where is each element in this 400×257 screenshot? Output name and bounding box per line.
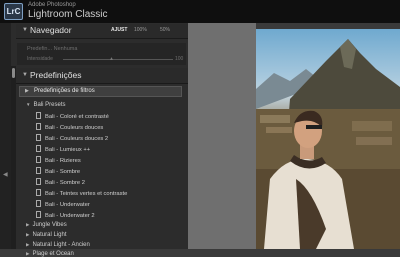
preset-label: Bali - Rizieres [45,158,81,164]
photo-image [256,39,400,249]
folder-natural-light[interactable]: ▶ Natural Light [26,232,67,238]
intensity-value: 100 [175,56,184,62]
preset-file-icon [36,167,41,174]
preset-label: Bali - Couleurs douces [45,125,104,131]
zoom-100-button[interactable]: 100% [134,27,147,33]
presets-header[interactable]: ▼ Predefinições [16,68,188,84]
disclosure-triangle-icon[interactable]: ▶ [25,88,29,94]
lightroom-logo-icon: LrC [4,3,23,20]
disclosure-triangle-icon[interactable]: ▼ [22,27,28,33]
preset-item[interactable]: Bali - Sombre [36,167,80,175]
preset-item[interactable]: Bali - Couleurs douces [36,123,103,131]
preset-label: Bali - Sombre [45,169,81,175]
preset-label: Bali - Coloré et contrasté [45,114,109,120]
disclosure-triangle-icon[interactable]: ▶ [26,222,29,227]
intensity-label: Intensidade [27,56,53,62]
preset-file-icon [36,112,41,119]
preset-item[interactable]: Bali - Coloré et contrasté [36,112,109,120]
preset-file-icon [36,134,41,141]
navigator-title: Navegador [30,25,72,35]
title-bar: LrC Adobe Photoshop Lightroom Classic [0,0,400,23]
left-panel-strip[interactable]: ◀ [0,23,11,249]
zoom-50-button[interactable]: 50% [160,27,170,33]
intensity-slider-knob[interactable]: ▲ [109,57,114,62]
presets-title: Predefinições [30,70,82,80]
scrollbar-thumb[interactable] [12,68,15,78]
photo-preview[interactable] [256,29,400,249]
preset-item[interactable]: Bali - Couleurs douces 2 [36,134,108,142]
app-vendor: Adobe Photoshop [28,2,76,8]
preset-item[interactable]: Bali - Underwater 2 [36,211,95,219]
filter-presets-group[interactable]: ▶ Predefinições de filtros [19,86,182,97]
zoom-fit-button[interactable]: AJUST [111,27,127,33]
collapse-left-arrow-icon[interactable]: ◀ [3,171,8,178]
preset-file-icon [36,123,41,130]
canvas-background [188,23,256,249]
preset-item[interactable]: Bali - Lumieux ++ [36,145,90,153]
disclosure-triangle-icon[interactable]: ▶ [26,242,29,247]
app-name: Lightroom Classic [28,9,108,20]
preset-label: Bali - Couleurs douces 2 [45,136,109,142]
preset-label: Bali - Sombre 2 [45,180,85,186]
folder-label: Jungle Vibes [32,222,67,228]
folder-plage-et-ocean[interactable]: ▶ Plage et Ocean [26,251,74,257]
disclosure-triangle-icon[interactable]: ▼ [22,72,28,78]
preset-file-icon [36,189,41,196]
disclosure-triangle-icon[interactable]: ▼ [26,102,30,107]
disclosure-triangle-icon[interactable]: ▶ [26,251,29,256]
folder-bali-presets[interactable]: ▼ Bali Presets [26,102,65,108]
preset-item[interactable]: Bali - Sombre 2 [36,178,85,186]
group-label: Predefinições de filtros [34,88,95,94]
disclosure-triangle-icon[interactable]: ▶ [26,232,29,237]
folder-jungle-vibes[interactable]: ▶ Jungle Vibes [26,222,67,228]
preset-label: Bali - Underwater 2 [45,213,95,219]
folder-label: Natural Light [32,232,67,238]
folder-label: Natural Light - Ancien [32,242,90,248]
preset-item[interactable]: Bali - Teintes vertes et contraste [36,189,127,197]
folder-label: Bali Presets [33,102,66,108]
preset-label: Bali - Underwater [45,202,90,208]
folder-label: Plage et Ocean [32,251,74,257]
preset-file-icon [36,211,41,218]
preset-file-icon [36,200,41,207]
preset-item[interactable]: Bali - Rizieres [36,156,81,164]
preset-file-icon [36,178,41,185]
preset-item[interactable]: Bali - Underwater [36,200,90,208]
intensity-slider[interactable] [63,59,173,60]
navigator-header[interactable]: ▼ Navegador AJUST 100% 50% [16,24,188,39]
preset-preview: Predefin... Nenhuma Intensidade ▲ 100 [17,43,186,65]
preset-label: Bali - Lumieux ++ [45,147,91,153]
folder-natural-light-ancien[interactable]: ▶ Natural Light - Ancien [26,242,90,248]
preset-name-text: Predefin... Nenhuma [27,46,78,52]
preset-file-icon [36,145,41,152]
preset-file-icon [36,156,41,163]
preset-label: Bali - Teintes vertes et contraste [45,191,128,197]
scrollbar-track[interactable] [11,66,16,249]
